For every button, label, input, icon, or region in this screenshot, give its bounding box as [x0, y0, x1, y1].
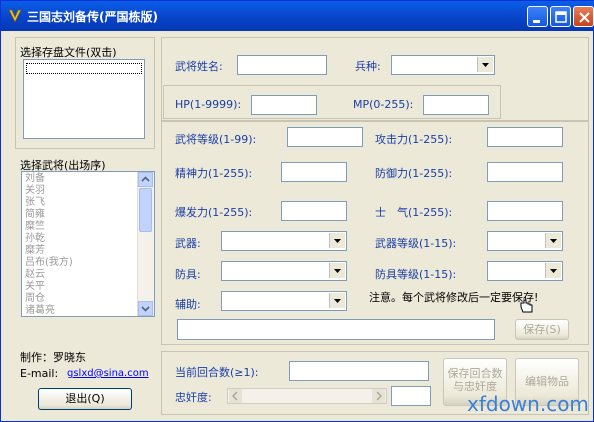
caret-down-icon [334, 269, 341, 273]
hp-label: HP(1-9999): [175, 98, 242, 111]
scroll-down-button[interactable] [138, 301, 153, 316]
list-item[interactable]: 周仓 [22, 293, 138, 305]
list-item[interactable]: 关平 [22, 281, 138, 293]
turn-input[interactable] [289, 361, 429, 381]
dropdown-arrow[interactable] [477, 57, 493, 72]
title-bar[interactable]: 三国志刘备传(严国栋版) [1, 1, 594, 31]
name-input[interactable] [237, 55, 327, 75]
mp-input[interactable] [423, 95, 489, 115]
list-item[interactable]: 刘备 [22, 173, 138, 185]
scroll-thumb[interactable] [139, 188, 152, 232]
caret-down-icon [334, 239, 341, 243]
loyalty-label: 忠奸度: [175, 391, 212, 404]
list-item[interactable]: 糜芳 [22, 245, 138, 257]
general-list-scrollbar[interactable] [137, 172, 154, 316]
burst-label: 爆发力(1-255): [175, 206, 253, 219]
chevron-right-icon [376, 391, 383, 401]
email-label: E-mail: [20, 367, 59, 380]
morale-label: 士 气(1-255): [375, 206, 453, 219]
chevron-down-icon [141, 306, 150, 312]
close-button[interactable] [573, 6, 594, 27]
minimize-button[interactable] [527, 6, 548, 27]
main-window: 三国志刘备传(严国栋版) 选择存盘文件(双击) 选择武将(出场序) 刘备 关羽 张飞… [0, 0, 594, 422]
list-item[interactable]: 诸葛亮 [22, 305, 138, 316]
turn-label: 当前回合数(≥1): [175, 366, 259, 379]
general-items: 刘备 关羽 张飞 简雍 糜竺 孙乾 糜芳 吕布(我方) 赵云 关平 周仓 诸葛亮 [22, 173, 138, 316]
general-list[interactable]: 刘备 关羽 张飞 简雍 糜竺 孙乾 糜芳 吕布(我方) 赵云 关平 周仓 诸葛亮 [21, 171, 155, 317]
close-icon [579, 12, 590, 23]
maximize-icon [555, 11, 567, 23]
maximize-button[interactable] [550, 6, 571, 27]
weapon-label: 武器: [175, 237, 201, 250]
minimize-icon [533, 20, 540, 23]
armor-select[interactable] [221, 261, 347, 281]
attack-label: 攻击力(1-255): [375, 133, 453, 146]
mp-label: MP(0-255): [353, 98, 414, 111]
spirit-label: 精神力(1-255): [175, 167, 253, 180]
defense-label: 防御力(1-255): [375, 167, 453, 180]
save-file-label: 选择存盘文件(双击) [20, 46, 117, 59]
hand-cursor-icon [520, 299, 533, 313]
troop-label: 兵种: [355, 60, 381, 73]
armor-label: 防具: [175, 268, 201, 281]
weapon-select[interactable] [221, 231, 347, 251]
notice-text: 注意。每个武将修改后一定要保存! [369, 291, 539, 304]
save-button[interactable]: 保存(S) [515, 319, 569, 340]
list-item[interactable]: 糜竺 [22, 221, 138, 233]
loyalty-slider[interactable] [227, 388, 387, 404]
level-label: 武将等级(1-99): [175, 133, 257, 146]
app-icon [8, 9, 22, 23]
dropdown-arrow[interactable] [329, 293, 345, 308]
list-item[interactable]: 赵云 [22, 269, 138, 281]
exit-button[interactable]: 退出(Q) [38, 388, 132, 410]
loyalty-value-input[interactable] [391, 386, 431, 406]
attack-input[interactable] [487, 127, 563, 147]
slider-left-button[interactable] [229, 389, 242, 403]
list-item[interactable]: 张飞 [22, 197, 138, 209]
scroll-up-button[interactable] [138, 172, 153, 187]
caret-down-icon [550, 239, 557, 243]
caret-down-icon [334, 299, 341, 303]
troop-select[interactable] [391, 55, 495, 75]
weapon-level-select[interactable] [487, 231, 563, 251]
dropdown-arrow[interactable] [545, 233, 561, 248]
armor-level-select[interactable] [487, 261, 563, 281]
aux-select[interactable] [221, 291, 347, 311]
focus-rect [26, 63, 142, 74]
aux-label: 辅助: [175, 298, 201, 311]
author-label: 制作：罗晓东 [20, 351, 86, 364]
save-file-list[interactable] [23, 59, 145, 139]
slider-right-button[interactable] [372, 389, 385, 403]
spirit-input[interactable] [281, 162, 347, 182]
email-link[interactable]: gslxd@sina.com [67, 368, 149, 379]
message-input[interactable] [177, 319, 495, 340]
defense-input[interactable] [487, 162, 563, 182]
watermark-text: xfdown.com [467, 392, 589, 416]
level-input[interactable] [287, 127, 363, 147]
hp-input[interactable] [251, 95, 317, 115]
armor-level-label: 防具等级(1-15): [375, 268, 457, 281]
weapon-level-label: 武器等级(1-15): [375, 237, 457, 250]
name-label: 武将姓名: [175, 60, 223, 73]
chevron-up-icon [141, 176, 150, 182]
chevron-left-icon [231, 391, 238, 401]
list-item[interactable]: 吕布(我方) [22, 257, 138, 269]
dropdown-arrow[interactable] [329, 233, 345, 248]
dropdown-arrow[interactable] [545, 263, 561, 278]
list-item[interactable]: 关羽 [22, 185, 138, 197]
dropdown-arrow[interactable] [329, 263, 345, 278]
list-item[interactable]: 简雍 [22, 209, 138, 221]
caret-down-icon [482, 63, 489, 67]
caret-down-icon [550, 269, 557, 273]
burst-input[interactable] [281, 201, 347, 221]
morale-input[interactable] [487, 201, 563, 221]
window-title: 三国志刘备传(严国栋版) [27, 10, 158, 24]
list-item[interactable]: 孙乾 [22, 233, 138, 245]
